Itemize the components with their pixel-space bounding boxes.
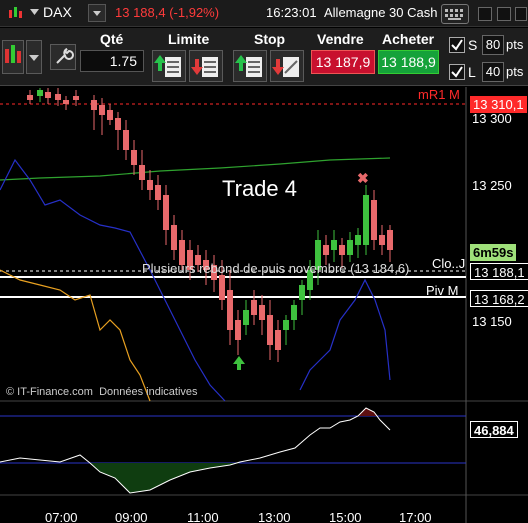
candle-body (155, 185, 161, 200)
candle-body (235, 320, 241, 340)
x-tick: 15:00 (329, 510, 362, 523)
oscillator-line (0, 407, 391, 494)
mr1-level-label: mR1 M (418, 87, 460, 102)
candle-body (331, 240, 337, 250)
candle-body (55, 94, 61, 100)
candle-body (91, 100, 97, 110)
indicator-line (0, 158, 226, 402)
indicator-line (0, 269, 151, 402)
close-price-tag: 13 188,1 (470, 263, 528, 280)
pivot-price-tag: 13 168,2 (470, 290, 528, 307)
candle-body (363, 195, 369, 245)
pivot-level-label: Piv M (426, 283, 459, 298)
candle-body (37, 90, 43, 96)
candle-body (339, 245, 345, 255)
oscillator-low-fill (90, 463, 240, 493)
candle-body (227, 290, 233, 330)
candle-body (99, 105, 105, 115)
close-level-label: Clo..J (432, 256, 466, 271)
candle-body (27, 95, 33, 100)
candle-body (73, 96, 79, 100)
candle-body (387, 230, 393, 250)
candle-body (355, 235, 361, 245)
watermark: © IT-Finance.com Données indicatives (6, 386, 198, 398)
exit-cross-icon: ✖ (357, 170, 369, 186)
candle-body (147, 180, 153, 190)
countdown-tag: 6m59s (470, 244, 517, 261)
candle-body (379, 235, 385, 245)
candle-body (267, 315, 273, 345)
x-tick: 13:00 (258, 510, 291, 523)
candle-body (115, 118, 121, 130)
y-tick: 13 150 (472, 314, 512, 329)
y-tick: 13 250 (472, 178, 512, 193)
candle-body (251, 300, 257, 315)
candle-body (259, 305, 265, 320)
candle-body (131, 150, 137, 165)
candle-body (275, 330, 281, 350)
oscillator-value-tag: 46,884 (470, 421, 518, 438)
candle-body (107, 110, 113, 120)
candle-body (163, 195, 169, 230)
candle-body (291, 305, 297, 320)
buy-arrow-icon (233, 356, 245, 370)
x-tick: 07:00 (45, 510, 78, 523)
candle-body (123, 130, 129, 150)
y-tick: 13 300 (472, 111, 512, 126)
trade-annotation: Trade 4 (222, 176, 298, 201)
candle-body (347, 240, 353, 255)
candle-body (171, 225, 177, 250)
x-tick: 17:00 (399, 510, 432, 523)
candle-body (283, 320, 289, 330)
candle-body (243, 310, 249, 325)
rebound-annotation: Plusieurs rebond de puis novembre (13 18… (142, 261, 410, 276)
candle-body (63, 100, 69, 104)
candle-body (219, 275, 225, 300)
moving-average-line (0, 157, 391, 181)
candle-body (299, 285, 305, 300)
candle-body (323, 245, 329, 255)
x-tick: 11:00 (187, 510, 219, 523)
x-tick: 09:00 (115, 510, 148, 523)
candle-body (45, 92, 51, 98)
candle-body (371, 200, 377, 240)
candle-body (139, 165, 145, 180)
